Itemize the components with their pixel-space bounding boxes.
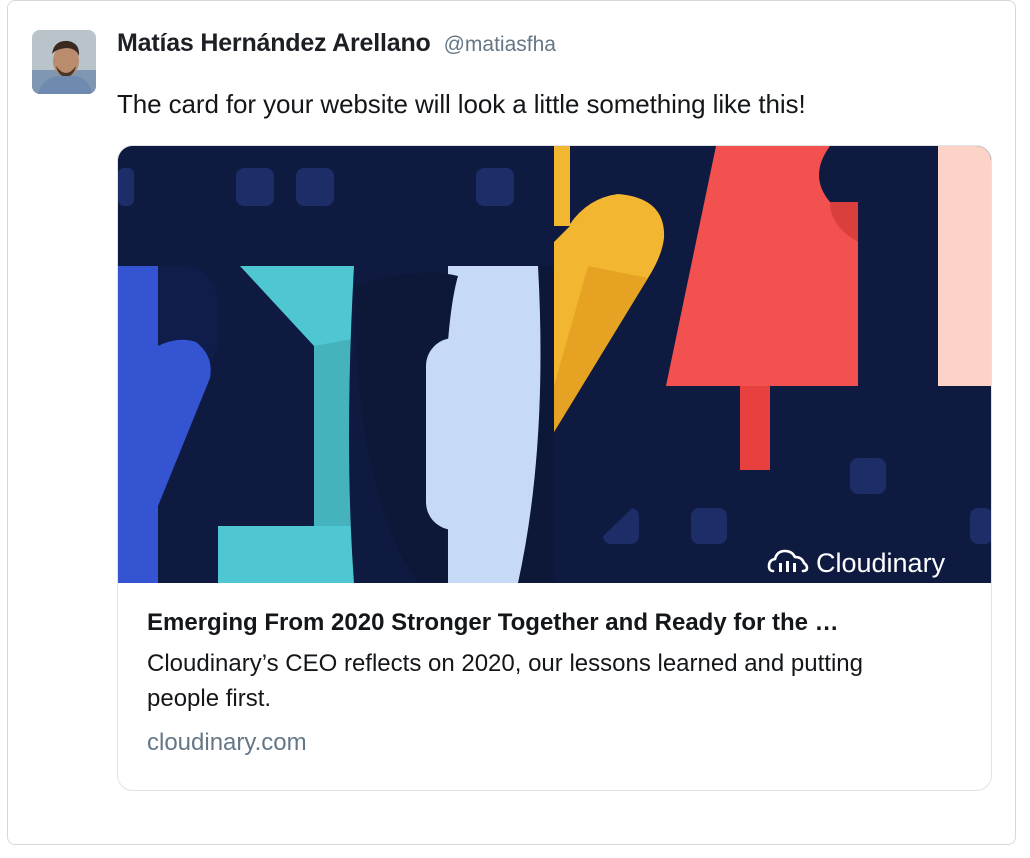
link-card[interactable]: Cloudinary Emerging From 2020 Stronger T… <box>117 145 992 791</box>
cloudinary-logo-text: Cloudinary <box>816 548 946 578</box>
card-body: Emerging From 2020 Stronger Together and… <box>147 606 967 760</box>
tweet-container: Matías Hernández Arellano @matiasfha The… <box>7 0 1016 845</box>
card-title[interactable]: Emerging From 2020 Stronger Together and… <box>147 606 967 640</box>
avatar[interactable] <box>32 30 96 94</box>
digit-2-lightblue <box>349 266 558 583</box>
tweet-author: Matías Hernández Arellano @matiasfha <box>117 29 556 63</box>
card-domain[interactable]: cloudinary.com <box>147 726 967 760</box>
tweet-text: The card for your website will look a li… <box>117 89 806 119</box>
card-description: Cloudinary’s CEO reflects on 2020, our l… <box>147 650 863 712</box>
avatar-image <box>32 30 96 94</box>
digit-1-peach <box>938 146 991 386</box>
author-name[interactable]: Matías Hernández Arellano <box>117 29 431 58</box>
card-image[interactable]: Cloudinary <box>118 146 991 583</box>
author-handle[interactable]: @matiasfha <box>444 33 556 57</box>
card-illustration: Cloudinary <box>118 146 991 583</box>
